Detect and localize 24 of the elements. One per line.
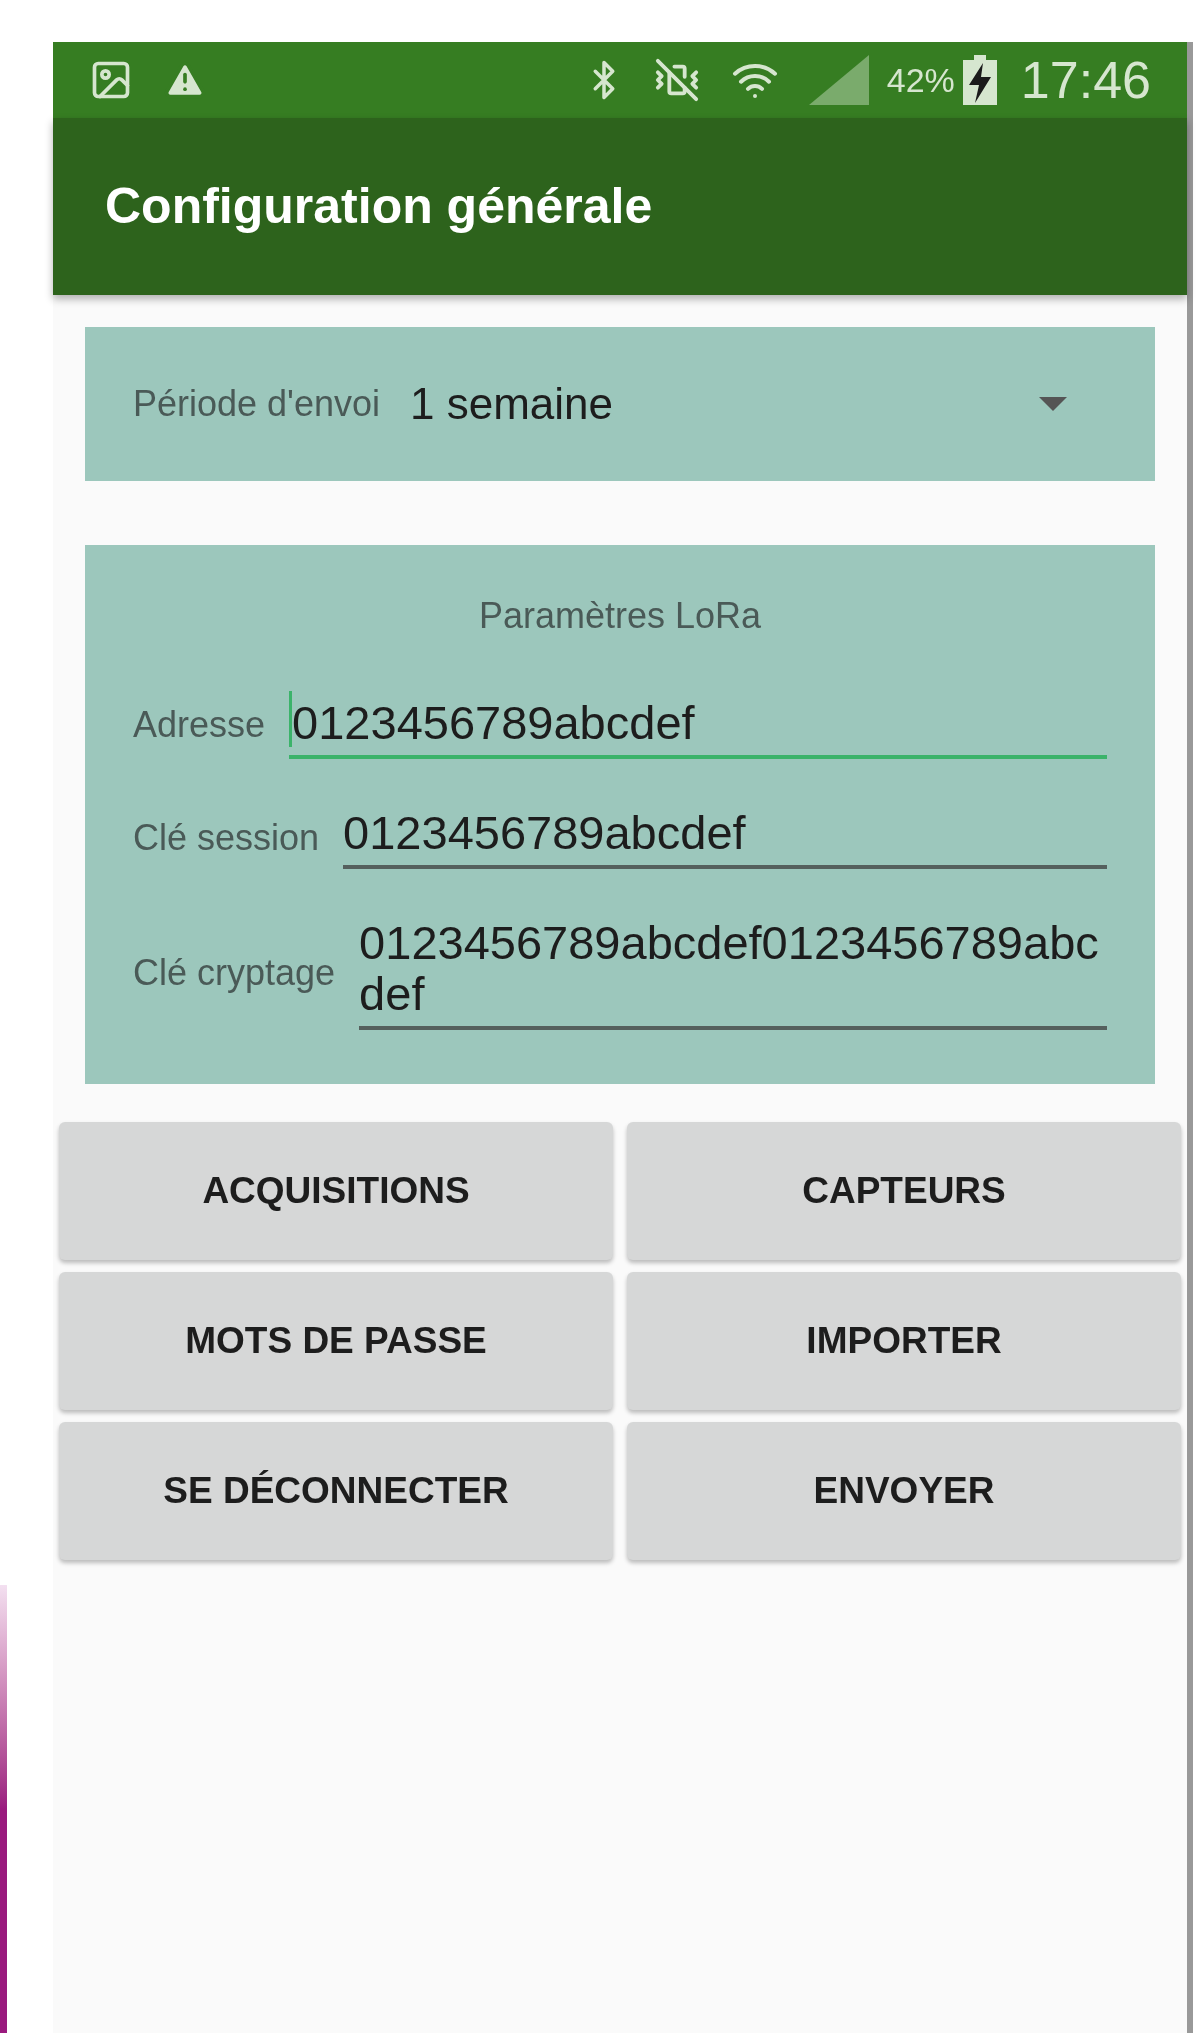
battery-charging-icon <box>962 55 997 105</box>
action-button[interactable]: ENVOYER <box>627 1422 1181 1561</box>
field-value: 0123456789abcdef <box>292 697 695 749</box>
signal-icon <box>808 55 869 105</box>
text-field[interactable]: 0123456789abcdef <box>289 691 1107 759</box>
period-dropdown[interactable]: Période d'envoi 1 semaine <box>85 327 1155 481</box>
action-button[interactable]: ACQUISITIONS <box>59 1122 613 1261</box>
lora-section-title: Paramètres LoRa <box>478 594 762 638</box>
battery-percent: 42% <box>886 59 955 101</box>
period-label: Période d'envoi <box>133 382 381 426</box>
action-button[interactable]: MOTS DE PASSE <box>59 1272 613 1411</box>
clock-time: 17:46 <box>1020 50 1151 111</box>
period-value: 1 semaine <box>410 378 614 430</box>
field-label: Adresse <box>133 703 266 747</box>
action-button[interactable]: IMPORTER <box>627 1272 1181 1411</box>
app-bar-title: Configuration générale <box>105 177 653 236</box>
action-button[interactable]: SE DÉCONNECTER <box>59 1422 613 1561</box>
text-field[interactable]: 0123456789abcdef <box>343 807 1107 869</box>
dropdown-caret-icon <box>1039 397 1067 411</box>
text-cursor <box>289 691 293 747</box>
field-value: 0123456789abcdef <box>343 807 746 859</box>
action-button[interactable]: CAPTEURS <box>627 1122 1181 1261</box>
field-label: Clé cryptage <box>133 951 336 996</box>
field-label: Clé session <box>133 815 320 860</box>
